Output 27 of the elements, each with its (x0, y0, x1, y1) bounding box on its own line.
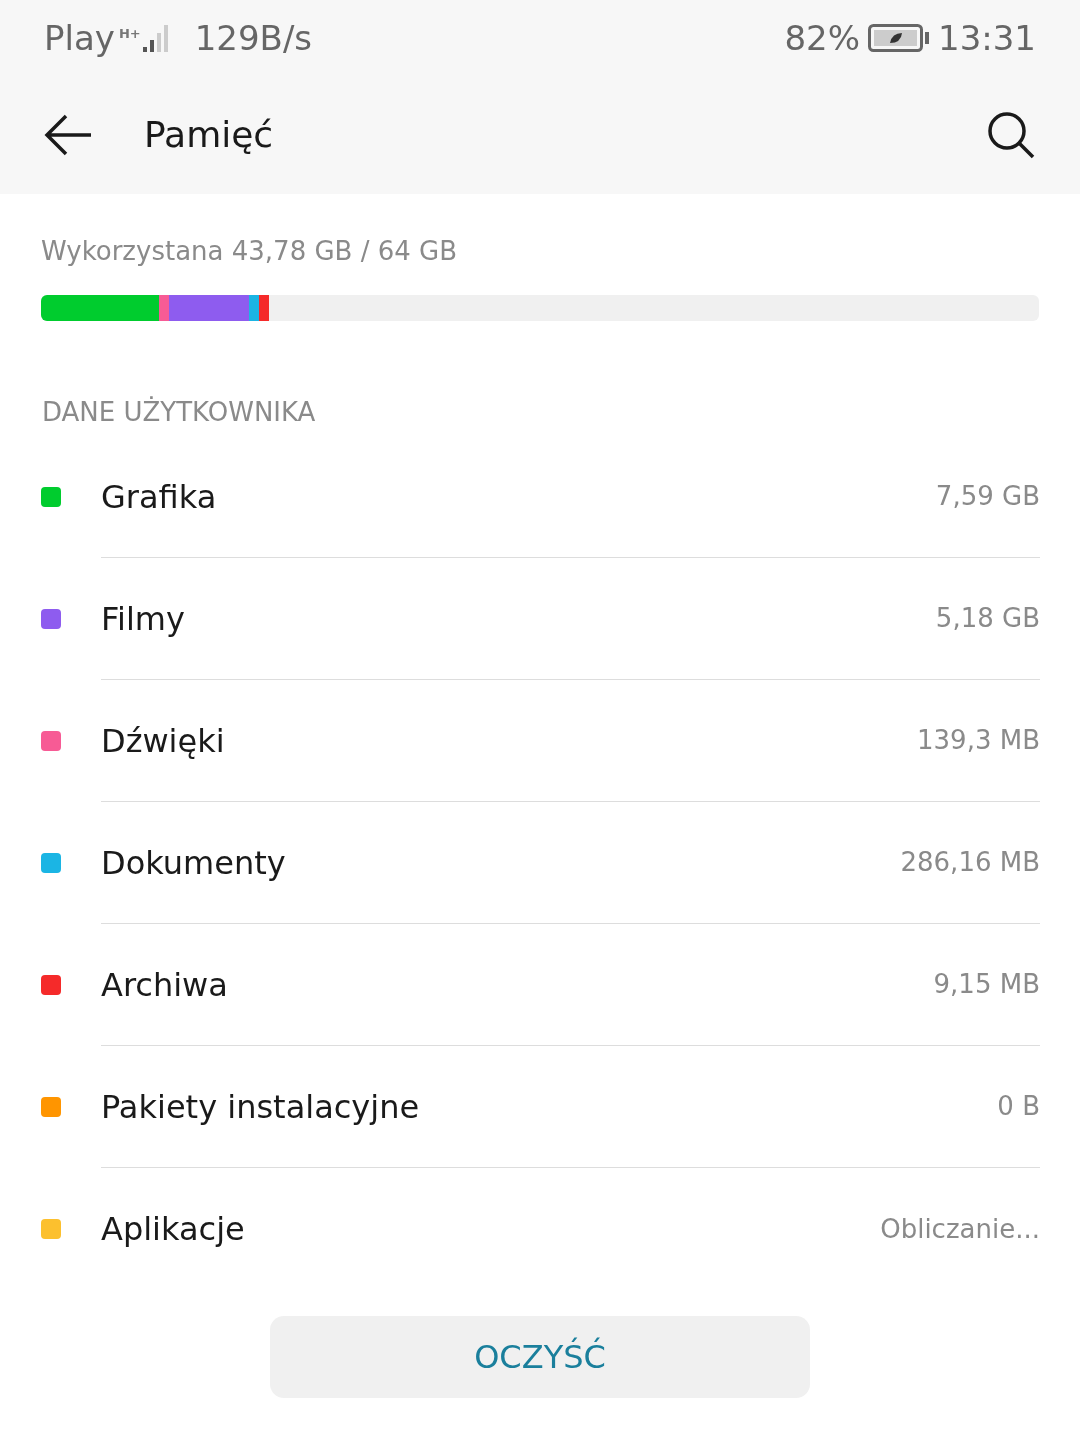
section-title: DANE UŻYTKOWNIKA (42, 397, 316, 427)
category-name: Filmy (101, 598, 185, 640)
page-title: Pamięć (144, 113, 274, 157)
search-icon[interactable] (986, 110, 1036, 160)
category-size: 7,59 GB (935, 480, 1040, 513)
clock: 13:31 (938, 16, 1036, 60)
battery-percent: 82% (784, 16, 860, 60)
carrier-name: Play (44, 16, 115, 60)
category-size: 286,16 MB (900, 846, 1040, 879)
category-name: Dokumenty (101, 842, 286, 884)
signal-icon (140, 23, 171, 53)
category-name: Pakiety instalacyjne (101, 1086, 420, 1128)
category-name: Aplikacje (101, 1209, 245, 1250)
category-name: Archiwa (101, 964, 228, 1006)
category-name: Grafika (101, 476, 217, 518)
network-speed: 129B/s (194, 16, 313, 60)
category-size: Obliczanie... (880, 1212, 1040, 1246)
category-size: 139,3 MB (917, 724, 1040, 757)
back-icon[interactable] (44, 113, 94, 157)
category-size: 5,18 GB (935, 602, 1040, 635)
category-size: 0 B (997, 1090, 1040, 1123)
category-name: Dźwięki (101, 720, 225, 762)
category-size: 9,15 MB (933, 968, 1040, 1001)
network-type: H+ (118, 27, 141, 40)
clean-button[interactable]: OCZYŚĆ (270, 1316, 810, 1398)
usage-label: Wykorzystana 43,78 GB / 64 GB (41, 235, 459, 268)
battery-icon (868, 23, 930, 53)
